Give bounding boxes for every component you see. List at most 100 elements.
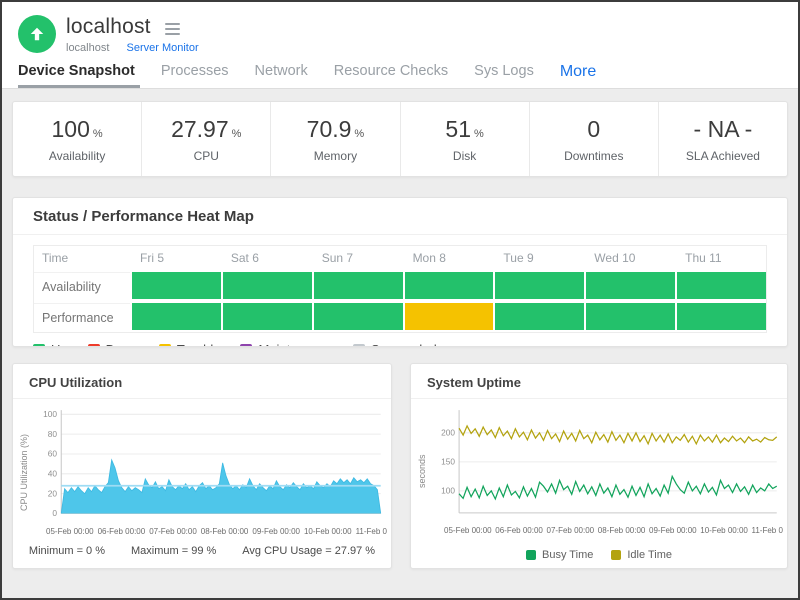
svg-text:40: 40 xyxy=(48,469,58,479)
stat-availability: 100%Availability xyxy=(13,102,142,176)
legend-item-trouble: Trouble xyxy=(159,342,221,347)
legend-swatch-idle-time xyxy=(611,550,621,560)
stat-label: Memory xyxy=(314,149,357,163)
stat-unit: % xyxy=(93,128,103,140)
stat-value: 51 xyxy=(445,116,471,142)
heatmap-cell-availability-sat-6-up[interactable] xyxy=(223,272,312,299)
x-tick-label: 11-Feb 0 xyxy=(356,527,387,536)
heatmap-cell-availability-tue-9-up[interactable] xyxy=(495,272,584,299)
summary-stats-bar: 100%Availability 27.97% CPU 70.9%Memory 51% D… xyxy=(12,101,788,177)
legend-item-maintenance: Maintenance xyxy=(240,342,332,347)
heatmap-cell-performance-sun-7-up[interactable] xyxy=(314,303,403,330)
charts-row: CPU Utilization CPU Utilization (%) 0 20 4… xyxy=(12,363,788,569)
x-tick-label: 05-Feb 00:00 xyxy=(444,526,492,535)
tab-bar: Device SnapshotProcessesNetworkResource … xyxy=(2,54,798,88)
svg-text:200: 200 xyxy=(441,428,455,438)
uptime-legend-item-busy-time[interactable]: Busy Time xyxy=(526,549,593,561)
breadcrumb-monitor-type-link[interactable]: Server Monitor xyxy=(126,42,198,54)
tab-device-snapshot[interactable]: Device Snapshot xyxy=(18,63,148,88)
heatmap-cell-performance-mon-8-trouble[interactable] xyxy=(405,303,494,330)
breadcrumb: localhost Server Monitor xyxy=(66,42,199,54)
stat-value: 0 xyxy=(587,116,600,142)
page-title: localhost xyxy=(66,15,151,39)
legend-label: Idle Time xyxy=(627,549,672,561)
heatmap-header-sun-7: Sun 7 xyxy=(314,246,403,270)
svg-text:0: 0 xyxy=(52,508,57,518)
stat-sla-achieved: - NA - SLA Achieved xyxy=(659,102,787,176)
cpu-y-axis-label: CPU Utilization (%) xyxy=(19,422,32,522)
stat-label: SLA Achieved xyxy=(686,149,760,163)
legend-label: Trouble xyxy=(177,342,221,347)
system-uptime-card: System Uptime seconds 100150200 05-Feb 0… xyxy=(410,363,788,569)
stat-memory: 70.9%Memory xyxy=(271,102,400,176)
stat-label: CPU xyxy=(194,149,219,163)
x-tick-label: 08-Feb 00:00 xyxy=(201,527,249,536)
tab-more[interactable]: More xyxy=(547,63,609,88)
legend-swatch-down xyxy=(88,344,100,348)
heatmap-cell-availability-thu-11-up[interactable] xyxy=(677,272,766,299)
stat-unit: % xyxy=(232,128,242,140)
heatmap-cell-performance-fri-5-up[interactable] xyxy=(132,303,221,330)
uptime-legend-item-idle-time[interactable]: Idle Time xyxy=(611,549,672,561)
uptime-chart-legend: Busy Time Idle Time xyxy=(411,549,787,561)
svg-text:20: 20 xyxy=(48,488,58,498)
heatmap-cell-performance-wed-10-up[interactable] xyxy=(586,303,675,330)
cpu-utilization-card: CPU Utilization CPU Utilization (%) 0 20 4… xyxy=(12,363,392,569)
heatmap-cell-availability-sun-7-up[interactable] xyxy=(314,272,403,299)
legend-item-up: Up xyxy=(33,342,68,347)
heatmap-row-label-performance: Performance xyxy=(34,303,130,332)
heatmap-cell-availability-fri-5-up[interactable] xyxy=(132,272,221,299)
cpu-chart-title: CPU Utilization xyxy=(13,364,391,399)
x-tick-label: 08-Feb 00:00 xyxy=(598,526,646,535)
stat-value: 70.9 xyxy=(307,116,352,142)
tab-processes[interactable]: Processes xyxy=(148,63,242,88)
heatmap-header-thu-11: Thu 11 xyxy=(677,246,766,270)
uptime-y-axis-label: seconds xyxy=(417,421,430,521)
heatmap-cell-availability-mon-8-up[interactable] xyxy=(405,272,494,299)
x-tick-label: 09-Feb 00:00 xyxy=(252,527,300,536)
arrow-up-icon xyxy=(27,24,47,44)
legend-label: Maintenance xyxy=(258,342,332,347)
uptime-x-axis-labels: 05-Feb 00:0006-Feb 00:00 07-Feb 00:0008-F… xyxy=(444,526,783,535)
heatmap-cell-performance-sat-6-up[interactable] xyxy=(223,303,312,330)
menu-icon[interactable] xyxy=(165,20,180,35)
stat-label: Disk xyxy=(453,149,476,163)
x-tick-label: 05-Feb 00:00 xyxy=(46,527,94,536)
heatmap-header-time: Time xyxy=(34,246,130,270)
heatmap-header-sat-6: Sat 6 xyxy=(223,246,312,270)
cpu-utilization-chart[interactable]: 020406080100 xyxy=(32,407,387,526)
legend-item-suspended: Suspended xyxy=(353,342,437,347)
x-tick-label: 07-Feb 00:00 xyxy=(149,527,197,536)
heatmap-cell-performance-thu-11-up[interactable] xyxy=(677,303,766,330)
tab-network[interactable]: Network xyxy=(242,63,321,88)
legend-label: Suspended xyxy=(371,342,437,347)
heatmap-cell-availability-wed-10-up[interactable] xyxy=(586,272,675,299)
stat-label: Downtimes xyxy=(564,149,623,163)
cpu-summary-stats: Minimum = 0 %Maximum = 99 %Avg CPU Usage… xyxy=(13,545,391,557)
stat-value: 27.97 xyxy=(171,116,229,142)
stat-value: 100 xyxy=(52,116,90,142)
svg-text:150: 150 xyxy=(441,457,455,467)
tab-sys-logs[interactable]: Sys Logs xyxy=(461,63,547,88)
heatmap-cell-performance-tue-9-up[interactable] xyxy=(495,303,584,330)
svg-text:60: 60 xyxy=(48,449,58,459)
svg-text:100: 100 xyxy=(43,409,57,419)
heatmap-header-tue-9: Tue 9 xyxy=(495,246,584,270)
legend-swatch-busy-time xyxy=(526,550,536,560)
stat-cpu: 27.97% CPU xyxy=(142,102,271,176)
stat-value: - NA - xyxy=(694,116,753,142)
legend-item-down: Down xyxy=(88,342,139,347)
legend-swatch-up xyxy=(33,344,45,348)
legend-label: Busy Time xyxy=(542,549,593,561)
stat-downtimes: 0 Downtimes xyxy=(530,102,659,176)
app-window: localhost localhost Server Monitor Devic… xyxy=(0,0,800,600)
x-tick-label: 07-Feb 00:00 xyxy=(547,526,595,535)
x-tick-label: 06-Feb 00:00 xyxy=(98,527,146,536)
legend-label: Down xyxy=(106,342,139,347)
heatmap-title: Status / Performance Heat Map xyxy=(13,208,787,235)
tab-resource-checks[interactable]: Resource Checks xyxy=(321,63,461,88)
system-uptime-chart[interactable]: 100150200 xyxy=(430,407,783,525)
heatmap-legend: Up Down Trouble Maintenance Suspended xyxy=(33,342,767,347)
x-tick-label: 06-Feb 00:00 xyxy=(495,526,543,535)
x-tick-label: 09-Feb 00:00 xyxy=(649,526,697,535)
